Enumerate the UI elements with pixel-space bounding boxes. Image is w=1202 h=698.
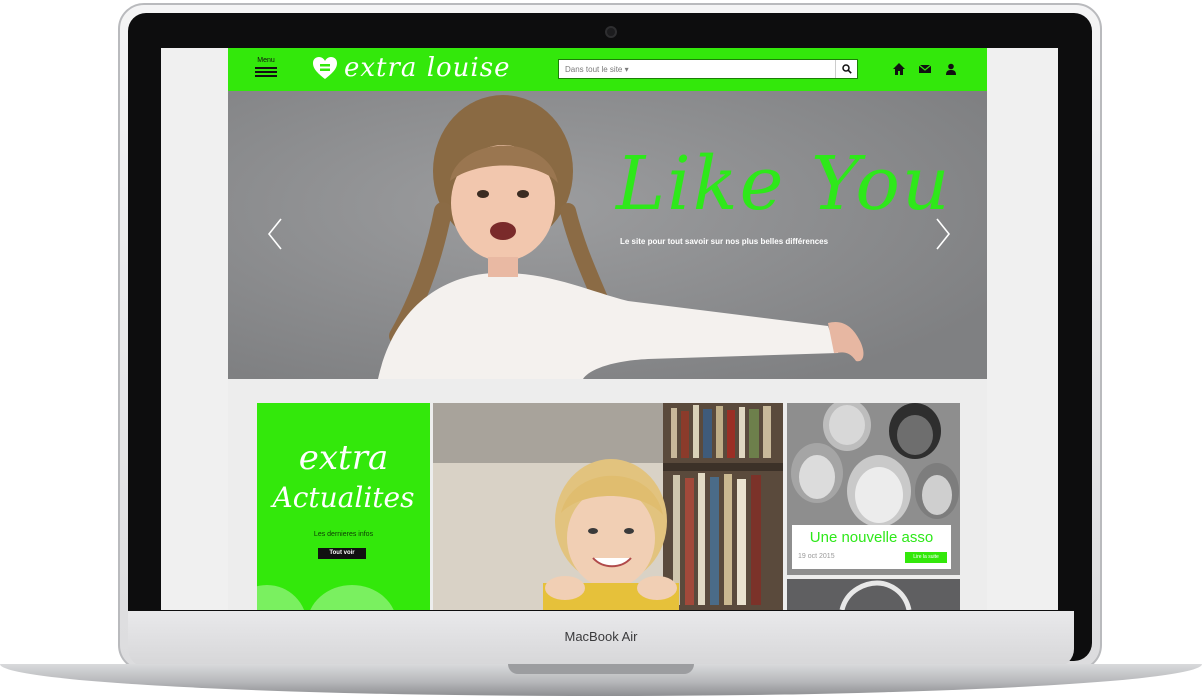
home-icon[interactable] xyxy=(892,62,906,76)
hero-title: Like You xyxy=(616,141,952,227)
device-brand-label: MacBook Air xyxy=(564,629,638,644)
decorative-bubble xyxy=(307,585,397,610)
logo-text: extra louise xyxy=(344,53,511,83)
menu-button[interactable]: Menu xyxy=(255,57,277,83)
association-title: Une nouvelle asso xyxy=(809,529,934,546)
hero-slider: Like You Le site pour tout savoir sur no… xyxy=(228,91,987,379)
association-tile[interactable]: Une nouvelle asso 19 oct 2015 Lire la su… xyxy=(787,403,960,575)
mail-icon[interactable] xyxy=(918,62,932,76)
camera-icon xyxy=(607,28,615,36)
search-scope-select[interactable]: Dans tout le site ▾ xyxy=(559,65,643,74)
site-logo[interactable]: extra louise xyxy=(312,53,510,83)
hamburger-icon xyxy=(255,67,277,69)
website: Menu extra louise Dans tout le site ▾ Li… xyxy=(228,48,987,610)
news-subtitle: Les dernieres infos xyxy=(313,531,374,538)
read-more-button[interactable]: Lire la suite xyxy=(905,552,947,563)
article-photo xyxy=(433,403,783,610)
header-icons xyxy=(892,62,958,76)
screen: Menu extra louise Dans tout le site ▾ Li… xyxy=(161,48,1058,610)
news-see-all-button[interactable]: Tout voir xyxy=(318,548,366,559)
site-header: Menu extra louise Dans tout le site ▾ xyxy=(228,48,987,91)
heart-logo-icon xyxy=(313,57,337,79)
search-bar: Dans tout le site ▾ xyxy=(558,59,858,79)
association-card: Une nouvelle asso 19 oct 2015 Lire la su… xyxy=(792,525,951,569)
search-input[interactable] xyxy=(643,60,835,78)
search-button[interactable] xyxy=(835,60,857,78)
menu-label: Menu xyxy=(257,57,275,64)
news-title-line1: extra xyxy=(298,438,389,478)
chevron-right-icon[interactable] xyxy=(934,217,952,251)
news-tile[interactable]: extra Actualites Les dernieres infos Tou… xyxy=(257,403,430,610)
user-icon[interactable] xyxy=(944,62,958,76)
laptop-chin: MacBook Air xyxy=(128,611,1074,667)
hero-photo xyxy=(228,91,987,379)
laptop-hinge-notch xyxy=(508,664,694,674)
search-icon xyxy=(841,64,852,74)
secondary-photo xyxy=(787,579,960,610)
association-date: 19 oct 2015 xyxy=(798,553,835,560)
chevron-left-icon[interactable] xyxy=(266,217,284,251)
secondary-photo-tile[interactable] xyxy=(787,579,960,610)
news-title-line2: Actualites xyxy=(272,481,415,514)
decorative-bubble xyxy=(257,585,307,610)
hero-subtitle: Le site pour tout savoir sur nos plus be… xyxy=(620,237,829,246)
article-photo-tile[interactable] xyxy=(433,403,783,610)
